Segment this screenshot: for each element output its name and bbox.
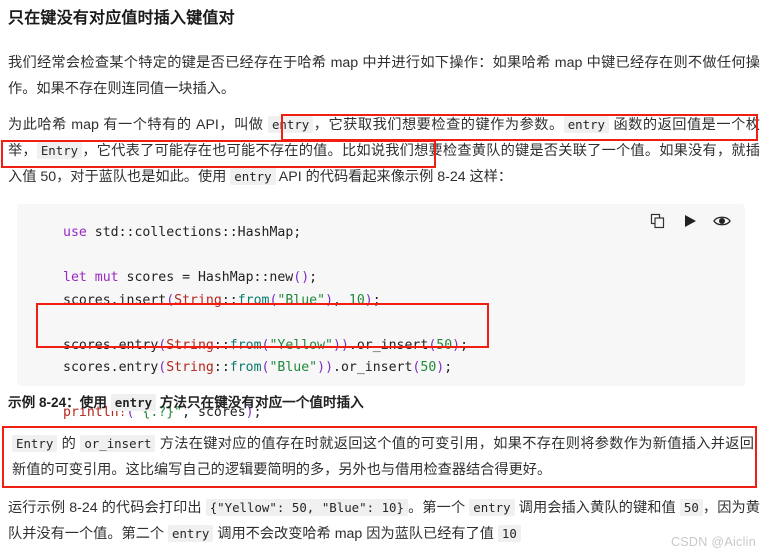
paragraph-entry-note: Entry 的 or_insert 方法在键对应的值存在时就返回这个值的可变引用… — [12, 431, 760, 483]
text-segment: 示例 8-24：使用 — [8, 395, 111, 410]
watermark: CSDN @Aiclin — [670, 535, 756, 549]
inline-code-entry: entry — [230, 168, 276, 185]
text-segment: 运行示例 8-24 的代码会打印出 — [8, 500, 206, 516]
preview-eye-icon[interactable] — [713, 212, 731, 230]
page-title: 只在键没有对应值时插入键值对 — [8, 10, 235, 27]
code-line-highlighted: scores.entry(String::from("Yellow")).or_… — [63, 337, 469, 353]
inline-code-entry: entry — [110, 394, 157, 411]
text-segment: 调用会插入黄队的键和值 — [514, 500, 680, 516]
run-icon[interactable] — [681, 212, 699, 230]
text-segment: 为此哈希 map 有一个特有的 API，叫做 — [8, 117, 268, 133]
inline-code-entry: entry — [168, 525, 214, 542]
inline-code-10: 10 — [497, 525, 521, 542]
inline-code-or-insert: or_insert — [80, 435, 156, 452]
inline-code-entry: entry — [267, 116, 314, 133]
inline-code-Entry: Entry — [36, 142, 83, 159]
paragraph-intro: 我们经常会检查某个特定的键是否已经存在于哈希 map 中并进行如下操作：如果哈希… — [8, 50, 762, 102]
text-segment: 的 — [57, 436, 81, 452]
text-segment: 调用不会改变哈希 map 因为蓝队已经有了值 — [213, 526, 498, 542]
paragraph-entry-api: 为此哈希 map 有一个特有的 API，叫做 entry ，它获取我们想要检查的键… — [8, 112, 762, 190]
inline-code-entry: entry — [563, 116, 610, 133]
code-line-highlighted: scores.entry(String::from("Blue")).or_in… — [63, 360, 453, 375]
inline-code-output: {"Yellow": 50, "Blue": 10} — [205, 499, 408, 516]
figure-caption: 示例 8-24：使用 entry 方法只在键没有对应一个值时插入 — [8, 390, 614, 416]
code-block: use std::collections::HashMap;let mut sc… — [17, 204, 745, 420]
text-segment: 方法只在键没有对应一个值时插入 — [156, 395, 364, 410]
inline-code-Entry: Entry — [12, 435, 58, 452]
copy-icon[interactable] — [649, 212, 667, 230]
text-segment: API 的代码看起来像示例 8-24 这样： — [275, 169, 513, 185]
text-segment: 。第一个 — [407, 500, 470, 516]
article-page: 只在键没有对应值时插入键值对 我们经常会检查某个特定的键是否已经存在于哈希 ma… — [0, 8, 762, 553]
code-line: use std::collections::HashMap; — [63, 225, 302, 240]
code-block-toolbar — [649, 212, 731, 230]
paragraph-result: 运行示例 8-24 的代码会打印出 {"Yellow": 50, "Blue":… — [8, 495, 762, 547]
inline-code-50: 50 — [679, 499, 703, 516]
paragraph-intro-text: 我们经常会检查某个特定的键是否已经存在于哈希 map 中并进行如下操作：如果哈希… — [8, 55, 760, 97]
text-segment: ，它获取我们想要检查的键作为参数。 — [313, 117, 564, 133]
code-line: scores.insert(String::from("Blue"), 10); — [63, 292, 381, 308]
code-line: let mut scores = HashMap::new(); — [63, 270, 318, 285]
inline-code-entry: entry — [469, 499, 515, 516]
